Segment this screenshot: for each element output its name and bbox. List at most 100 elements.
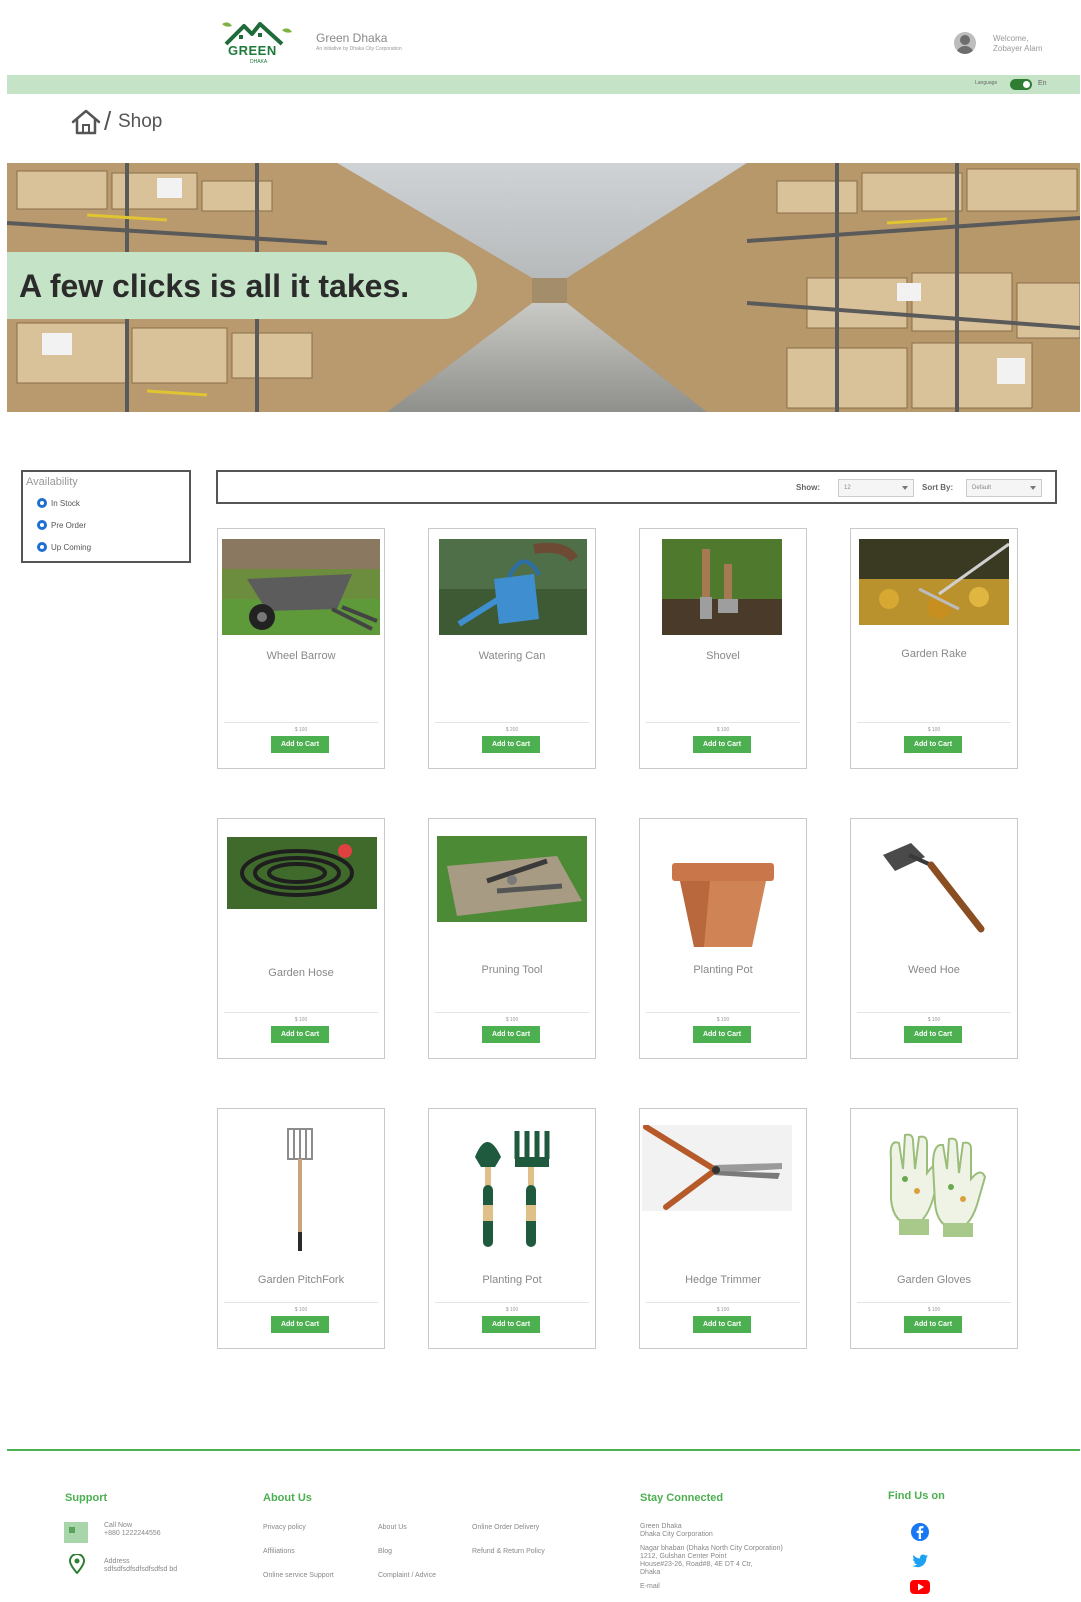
product-name[interactable]: Wheel Barrow	[218, 650, 384, 662]
product-name[interactable]: Planting Pot	[429, 1274, 595, 1286]
product-card[interactable]: Wheel Barrow $ 100 Add to Cart	[217, 528, 385, 769]
contact-line: Nagar bhaban (Dhaka North City Corporati…	[640, 1545, 783, 1552]
product-image-hedge-trimmer[interactable]	[642, 1125, 792, 1211]
logo-subtext: DHAKA	[250, 59, 268, 65]
add-to-cart-button[interactable]: Add to Cart	[693, 1316, 751, 1333]
radio-checked-icon[interactable]	[37, 542, 47, 552]
user-avatar[interactable]	[954, 32, 976, 54]
language-toggle[interactable]	[1010, 79, 1032, 90]
youtube-icon[interactable]	[910, 1579, 930, 1595]
call-now-block[interactable]: Call Now +880 1222244556	[104, 1522, 161, 1538]
add-to-cart-button[interactable]: Add to Cart	[271, 736, 329, 753]
contact-line: Dhaka City Corporation	[640, 1531, 713, 1538]
show-select[interactable]: 12	[838, 479, 914, 497]
product-image-weed-hoe[interactable]	[881, 837, 991, 937]
footer-link-online-support[interactable]: Online service Support	[263, 1572, 334, 1580]
product-card[interactable]: Hedge Trimmer $ 100 Add to Cart	[639, 1108, 807, 1349]
product-card[interactable]: Planting Pot $ 100 Add to Cart	[639, 818, 807, 1059]
sort-by-select[interactable]: Default	[966, 479, 1042, 497]
filter-option-label: Up Coming	[51, 542, 92, 552]
filter-option-in-stock[interactable]: In Stock	[37, 497, 80, 509]
product-card[interactable]: Watering Can $ 200 Add to Cart	[428, 528, 596, 769]
product-card[interactable]: Pruning Tool $ 100 Add to Cart	[428, 818, 596, 1059]
product-image-planting-tools[interactable]	[471, 1127, 555, 1252]
filter-title: Availability	[26, 476, 78, 488]
show-select-value: 12	[844, 485, 851, 491]
product-name[interactable]: Watering Can	[429, 650, 595, 662]
footer-stay-connected-title: Stay Connected	[640, 1492, 724, 1504]
product-name[interactable]: Garden Rake	[851, 648, 1017, 660]
add-to-cart-button[interactable]: Add to Cart	[482, 1026, 540, 1043]
footer-divider	[7, 1449, 1080, 1451]
product-image-shovel[interactable]	[662, 539, 782, 635]
call-now-label: Call Now	[104, 1522, 133, 1529]
footer-link-online-order[interactable]: Online Order Delivery	[472, 1524, 539, 1532]
product-name[interactable]: Garden Hose	[218, 967, 384, 979]
facebook-icon[interactable]	[910, 1522, 930, 1542]
product-price: $ 100	[927, 1017, 941, 1023]
welcome-greeting: Welcome,	[993, 34, 1029, 43]
welcome-text[interactable]: Welcome, Zobayer Alam	[993, 34, 1073, 54]
add-to-cart-button[interactable]: Add to Cart	[904, 1026, 962, 1043]
card-divider	[646, 1012, 800, 1013]
product-image-garden-gloves[interactable]	[881, 1129, 987, 1239]
contact-line: 1212, Gulshan Center Point	[640, 1553, 727, 1560]
product-image-wheel-barrow[interactable]	[222, 539, 380, 635]
product-price: $ 100	[716, 1307, 730, 1313]
chevron-down-icon	[902, 486, 908, 490]
sort-by-label: Sort By:	[922, 483, 954, 492]
address-block: Address sdfsdfsdfsdfsdfsdfsd bd	[104, 1558, 177, 1574]
top-green-bar	[7, 75, 1080, 94]
filter-option-pre-order[interactable]: Pre Order	[37, 519, 86, 531]
add-to-cart-button[interactable]: Add to Cart	[904, 736, 962, 753]
product-price: $ 100	[505, 1307, 519, 1313]
contact-email-label: E-mail	[640, 1583, 660, 1590]
add-to-cart-button[interactable]: Add to Cart	[482, 1316, 540, 1333]
add-to-cart-button[interactable]: Add to Cart	[693, 736, 751, 753]
radio-checked-icon[interactable]	[37, 520, 47, 530]
show-label: Show:	[796, 483, 820, 492]
product-card[interactable]: Shovel $ 100 Add to Cart	[639, 528, 807, 769]
language-label: Language	[975, 80, 998, 86]
call-now-number: +880 1222244556	[104, 1530, 161, 1537]
footer-link-affiliations[interactable]: Affiliations	[263, 1548, 295, 1556]
location-pin-icon	[69, 1554, 85, 1574]
product-card[interactable]: Garden Rake $ 100 Add to Cart	[850, 528, 1018, 769]
product-card[interactable]: Garden Hose $ 100 Add to Cart	[217, 818, 385, 1059]
product-card[interactable]: Garden PitchFork $ 100 Add to Cart	[217, 1108, 385, 1349]
add-to-cart-button[interactable]: Add to Cart	[482, 736, 540, 753]
product-image-planting-pot[interactable]	[670, 861, 776, 949]
footer-contact-block: Green Dhaka Dhaka City Corporation Nagar…	[640, 1523, 850, 1591]
footer-link-blog[interactable]: Blog	[378, 1548, 392, 1556]
filter-option-up-coming[interactable]: Up Coming	[37, 541, 91, 553]
home-icon[interactable]	[70, 108, 102, 136]
add-to-cart-button[interactable]: Add to Cart	[271, 1026, 329, 1043]
product-name[interactable]: Pruning Tool	[429, 964, 595, 976]
radio-checked-icon[interactable]	[37, 498, 47, 508]
product-image-pruning-tool[interactable]	[437, 836, 587, 922]
product-name[interactable]: Planting Pot	[640, 964, 806, 976]
product-name[interactable]: Shovel	[640, 650, 806, 662]
product-image-garden-pitchfork[interactable]	[282, 1127, 322, 1252]
footer-link-privacy[interactable]: Privacy policy	[263, 1524, 306, 1532]
footer-link-complaint[interactable]: Complaint / Advice	[378, 1572, 436, 1580]
product-card[interactable]: Weed Hoe $ 100 Add to Cart	[850, 818, 1018, 1059]
add-to-cart-button[interactable]: Add to Cart	[271, 1316, 329, 1333]
product-card[interactable]: Planting Pot $ 100 Add to Cart	[428, 1108, 596, 1349]
product-card[interactable]: Garden Gloves $ 100 Add to Cart	[850, 1108, 1018, 1349]
add-to-cart-button[interactable]: Add to Cart	[693, 1026, 751, 1043]
twitter-icon[interactable]	[910, 1551, 930, 1571]
product-name[interactable]: Garden PitchFork	[218, 1274, 384, 1286]
product-image-watering-can[interactable]	[439, 539, 587, 635]
product-name[interactable]: Garden Gloves	[851, 1274, 1017, 1286]
product-image-garden-rake[interactable]	[859, 539, 1009, 625]
card-divider	[646, 722, 800, 723]
footer-link-about[interactable]: About Us	[378, 1524, 407, 1532]
product-name[interactable]: Weed Hoe	[851, 964, 1017, 976]
product-name[interactable]: Hedge Trimmer	[640, 1274, 806, 1286]
product-price: $ 100	[716, 727, 730, 733]
product-price: $ 100	[294, 727, 308, 733]
footer-link-refund[interactable]: Refund & Return Policy	[472, 1548, 545, 1556]
add-to-cart-button[interactable]: Add to Cart	[904, 1316, 962, 1333]
product-image-garden-hose[interactable]	[227, 837, 377, 909]
